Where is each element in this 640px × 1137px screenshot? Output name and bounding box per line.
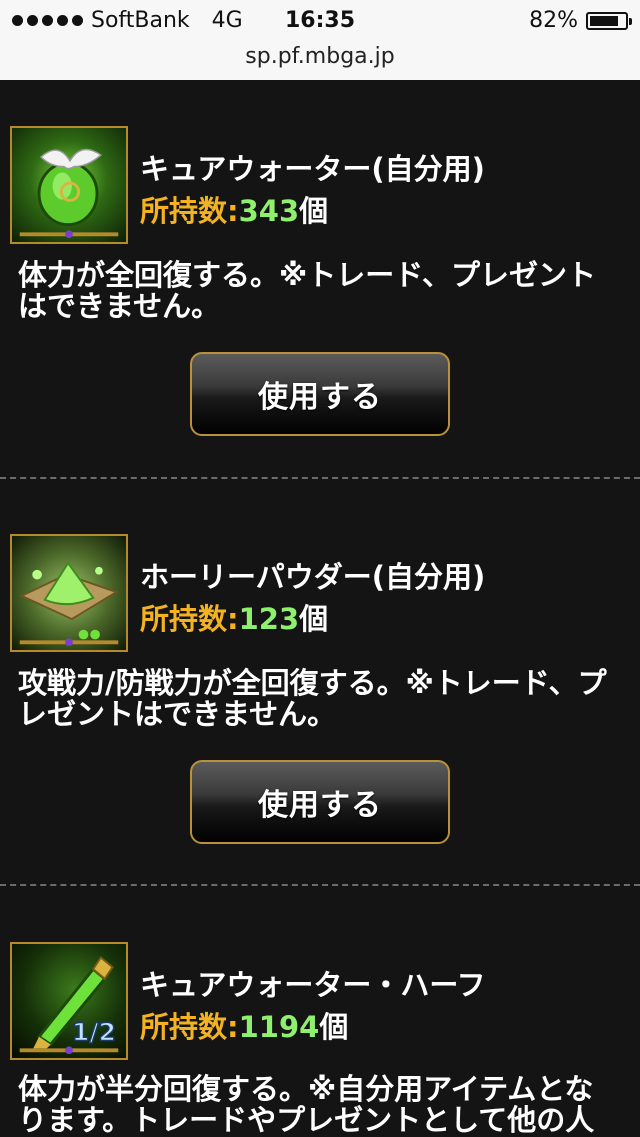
item-description: 体力が全回復する。※トレード、プレゼントはできません。 xyxy=(18,258,597,323)
divider xyxy=(0,477,640,479)
count-value: 123 xyxy=(238,602,300,636)
divider xyxy=(0,884,640,886)
count-value: 343 xyxy=(238,194,300,228)
item-count: 所持数:123個 xyxy=(140,596,328,638)
battery-icon xyxy=(586,11,632,30)
count-label: 所持数: xyxy=(140,602,239,636)
count-label: 所持数: xyxy=(140,194,239,228)
count-unit: 個 xyxy=(299,194,329,228)
half-potion-vial-icon: 1/2 xyxy=(10,942,128,1060)
half-badge: 1/2 xyxy=(72,1018,116,1047)
count-label: 所持数: xyxy=(140,1010,239,1044)
use-button[interactable]: 使用する xyxy=(190,352,450,436)
use-button[interactable]: 使用する xyxy=(190,760,450,844)
item-name: キュアウォーター・ハーフ xyxy=(140,968,486,1002)
address-bar-url[interactable]: sp.pf.mbga.jp xyxy=(0,44,640,69)
item-name: ホーリーパウダー(自分用) xyxy=(140,560,486,594)
item-count: 所持数:1194個 xyxy=(140,1004,348,1046)
item-count: 所持数:343個 xyxy=(140,188,328,230)
green-powder-icon xyxy=(10,534,128,652)
count-unit: 個 xyxy=(319,1010,349,1044)
battery-info: 82% xyxy=(529,8,632,33)
winged-green-potion-icon xyxy=(10,126,128,244)
item-description: 体力が半分回復する。※自分用アイテムとなります。トレードやプレゼントとして他の人 xyxy=(18,1072,595,1137)
battery-percent: 82% xyxy=(529,8,578,33)
item-description: 攻戦力/防戦力が全回復する。※トレード、プレゼントはできません。 xyxy=(18,666,607,731)
count-unit: 個 xyxy=(299,602,329,636)
status-bar: SoftBank 4G 16:35 82% sp.pf.mbga.jp xyxy=(0,0,640,80)
count-value: 1194 xyxy=(238,1010,320,1044)
item-name: キュアウォーター(自分用) xyxy=(140,152,485,186)
